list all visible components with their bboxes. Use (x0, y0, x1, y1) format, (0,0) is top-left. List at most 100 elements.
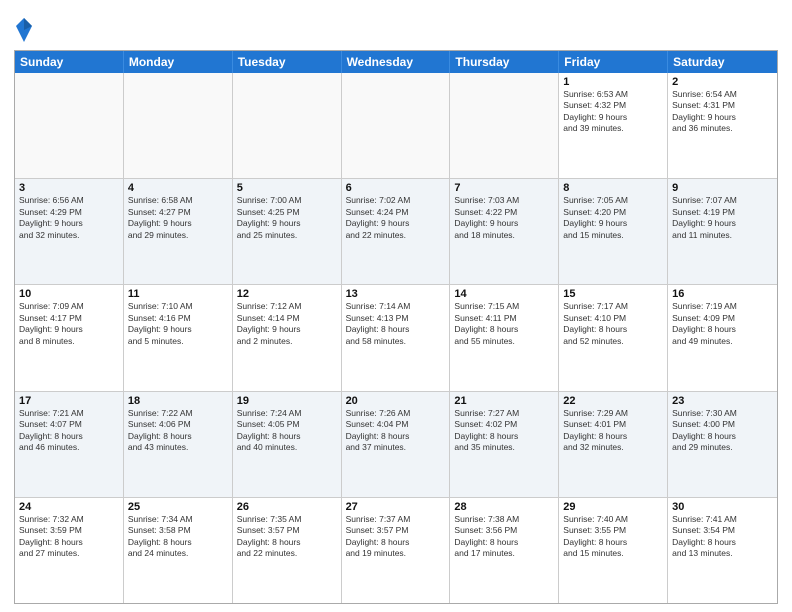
day-number: 26 (237, 501, 337, 513)
header (14, 12, 778, 44)
day-info: Sunrise: 7:24 AM Sunset: 4:05 PM Dayligh… (237, 408, 337, 454)
calendar-cell-empty-0-3 (342, 73, 451, 178)
day-info: Sunrise: 7:03 AM Sunset: 4:22 PM Dayligh… (454, 195, 554, 241)
day-info: Sunrise: 7:00 AM Sunset: 4:25 PM Dayligh… (237, 195, 337, 241)
day-number: 28 (454, 501, 554, 513)
day-number: 19 (237, 395, 337, 407)
day-number: 17 (19, 395, 119, 407)
day-info: Sunrise: 7:19 AM Sunset: 4:09 PM Dayligh… (672, 301, 773, 347)
day-number: 3 (19, 182, 119, 194)
day-number: 21 (454, 395, 554, 407)
header-sunday: Sunday (15, 51, 124, 73)
day-number: 5 (237, 182, 337, 194)
day-info: Sunrise: 7:35 AM Sunset: 3:57 PM Dayligh… (237, 514, 337, 560)
day-info: Sunrise: 7:34 AM Sunset: 3:58 PM Dayligh… (128, 514, 228, 560)
calendar-cell-23: 23Sunrise: 7:30 AM Sunset: 4:00 PM Dayli… (668, 392, 777, 497)
day-info: Sunrise: 7:10 AM Sunset: 4:16 PM Dayligh… (128, 301, 228, 347)
calendar-cell-24: 24Sunrise: 7:32 AM Sunset: 3:59 PM Dayli… (15, 498, 124, 603)
calendar-cell-8: 8Sunrise: 7:05 AM Sunset: 4:20 PM Daylig… (559, 179, 668, 284)
day-info: Sunrise: 6:56 AM Sunset: 4:29 PM Dayligh… (19, 195, 119, 241)
calendar-cell-empty-0-4 (450, 73, 559, 178)
logo-icon (14, 16, 34, 44)
day-info: Sunrise: 7:26 AM Sunset: 4:04 PM Dayligh… (346, 408, 446, 454)
day-number: 4 (128, 182, 228, 194)
day-number: 6 (346, 182, 446, 194)
day-number: 24 (19, 501, 119, 513)
calendar-cell-27: 27Sunrise: 7:37 AM Sunset: 3:57 PM Dayli… (342, 498, 451, 603)
day-info: Sunrise: 7:22 AM Sunset: 4:06 PM Dayligh… (128, 408, 228, 454)
day-number: 2 (672, 76, 773, 88)
day-number: 29 (563, 501, 663, 513)
day-info: Sunrise: 7:14 AM Sunset: 4:13 PM Dayligh… (346, 301, 446, 347)
calendar-cell-11: 11Sunrise: 7:10 AM Sunset: 4:16 PM Dayli… (124, 285, 233, 390)
day-number: 12 (237, 288, 337, 300)
day-info: Sunrise: 7:41 AM Sunset: 3:54 PM Dayligh… (672, 514, 773, 560)
day-number: 15 (563, 288, 663, 300)
calendar-body: 1Sunrise: 6:53 AM Sunset: 4:32 PM Daylig… (15, 73, 777, 603)
calendar-cell-14: 14Sunrise: 7:15 AM Sunset: 4:11 PM Dayli… (450, 285, 559, 390)
calendar: SundayMondayTuesdayWednesdayThursdayFrid… (14, 50, 778, 604)
day-info: Sunrise: 7:30 AM Sunset: 4:00 PM Dayligh… (672, 408, 773, 454)
calendar-row-0: 1Sunrise: 6:53 AM Sunset: 4:32 PM Daylig… (15, 73, 777, 179)
calendar-cell-4: 4Sunrise: 6:58 AM Sunset: 4:27 PM Daylig… (124, 179, 233, 284)
day-number: 9 (672, 182, 773, 194)
calendar-cell-22: 22Sunrise: 7:29 AM Sunset: 4:01 PM Dayli… (559, 392, 668, 497)
calendar-cell-3: 3Sunrise: 6:56 AM Sunset: 4:29 PM Daylig… (15, 179, 124, 284)
header-tuesday: Tuesday (233, 51, 342, 73)
calendar-cell-empty-0-0 (15, 73, 124, 178)
calendar-cell-17: 17Sunrise: 7:21 AM Sunset: 4:07 PM Dayli… (15, 392, 124, 497)
day-info: Sunrise: 7:38 AM Sunset: 3:56 PM Dayligh… (454, 514, 554, 560)
calendar-cell-29: 29Sunrise: 7:40 AM Sunset: 3:55 PM Dayli… (559, 498, 668, 603)
calendar-cell-16: 16Sunrise: 7:19 AM Sunset: 4:09 PM Dayli… (668, 285, 777, 390)
day-info: Sunrise: 7:05 AM Sunset: 4:20 PM Dayligh… (563, 195, 663, 241)
calendar-cell-9: 9Sunrise: 7:07 AM Sunset: 4:19 PM Daylig… (668, 179, 777, 284)
calendar-cell-18: 18Sunrise: 7:22 AM Sunset: 4:06 PM Dayli… (124, 392, 233, 497)
calendar-cell-30: 30Sunrise: 7:41 AM Sunset: 3:54 PM Dayli… (668, 498, 777, 603)
header-wednesday: Wednesday (342, 51, 451, 73)
page: SundayMondayTuesdayWednesdayThursdayFrid… (0, 0, 792, 612)
header-thursday: Thursday (450, 51, 559, 73)
day-number: 27 (346, 501, 446, 513)
calendar-cell-empty-0-1 (124, 73, 233, 178)
calendar-cell-12: 12Sunrise: 7:12 AM Sunset: 4:14 PM Dayli… (233, 285, 342, 390)
calendar-cell-28: 28Sunrise: 7:38 AM Sunset: 3:56 PM Dayli… (450, 498, 559, 603)
day-number: 10 (19, 288, 119, 300)
day-info: Sunrise: 7:02 AM Sunset: 4:24 PM Dayligh… (346, 195, 446, 241)
calendar-cell-2: 2Sunrise: 6:54 AM Sunset: 4:31 PM Daylig… (668, 73, 777, 178)
day-number: 16 (672, 288, 773, 300)
calendar-cell-26: 26Sunrise: 7:35 AM Sunset: 3:57 PM Dayli… (233, 498, 342, 603)
day-info: Sunrise: 7:21 AM Sunset: 4:07 PM Dayligh… (19, 408, 119, 454)
calendar-cell-19: 19Sunrise: 7:24 AM Sunset: 4:05 PM Dayli… (233, 392, 342, 497)
day-info: Sunrise: 7:12 AM Sunset: 4:14 PM Dayligh… (237, 301, 337, 347)
calendar-row-1: 3Sunrise: 6:56 AM Sunset: 4:29 PM Daylig… (15, 179, 777, 285)
day-number: 18 (128, 395, 228, 407)
day-number: 20 (346, 395, 446, 407)
day-info: Sunrise: 7:07 AM Sunset: 4:19 PM Dayligh… (672, 195, 773, 241)
calendar-cell-empty-0-2 (233, 73, 342, 178)
day-info: Sunrise: 7:17 AM Sunset: 4:10 PM Dayligh… (563, 301, 663, 347)
day-info: Sunrise: 7:40 AM Sunset: 3:55 PM Dayligh… (563, 514, 663, 560)
day-info: Sunrise: 6:53 AM Sunset: 4:32 PM Dayligh… (563, 89, 663, 135)
day-number: 25 (128, 501, 228, 513)
day-number: 1 (563, 76, 663, 88)
calendar-cell-21: 21Sunrise: 7:27 AM Sunset: 4:02 PM Dayli… (450, 392, 559, 497)
day-info: Sunrise: 7:09 AM Sunset: 4:17 PM Dayligh… (19, 301, 119, 347)
day-number: 22 (563, 395, 663, 407)
calendar-row-2: 10Sunrise: 7:09 AM Sunset: 4:17 PM Dayli… (15, 285, 777, 391)
logo (14, 16, 36, 44)
day-number: 8 (563, 182, 663, 194)
calendar-cell-1: 1Sunrise: 6:53 AM Sunset: 4:32 PM Daylig… (559, 73, 668, 178)
day-info: Sunrise: 7:29 AM Sunset: 4:01 PM Dayligh… (563, 408, 663, 454)
day-number: 30 (672, 501, 773, 513)
day-number: 13 (346, 288, 446, 300)
header-monday: Monday (124, 51, 233, 73)
day-number: 14 (454, 288, 554, 300)
day-info: Sunrise: 7:32 AM Sunset: 3:59 PM Dayligh… (19, 514, 119, 560)
day-number: 11 (128, 288, 228, 300)
day-info: Sunrise: 6:54 AM Sunset: 4:31 PM Dayligh… (672, 89, 773, 135)
day-info: Sunrise: 7:27 AM Sunset: 4:02 PM Dayligh… (454, 408, 554, 454)
day-number: 7 (454, 182, 554, 194)
calendar-cell-20: 20Sunrise: 7:26 AM Sunset: 4:04 PM Dayli… (342, 392, 451, 497)
calendar-row-3: 17Sunrise: 7:21 AM Sunset: 4:07 PM Dayli… (15, 392, 777, 498)
calendar-cell-10: 10Sunrise: 7:09 AM Sunset: 4:17 PM Dayli… (15, 285, 124, 390)
